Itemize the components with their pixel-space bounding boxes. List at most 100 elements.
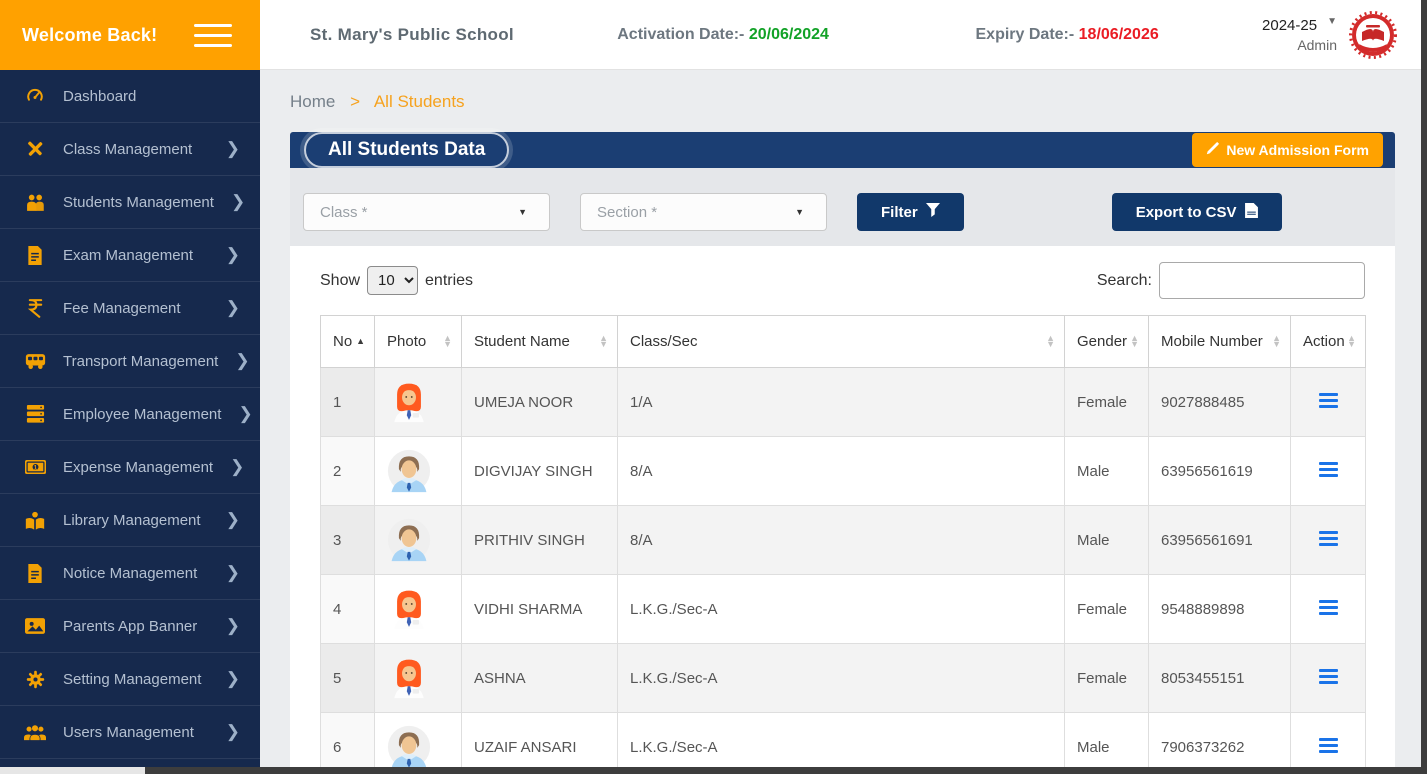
student-row: 4 VIDHI SHARMA L.K.G./Sec-A Female 95488…: [321, 575, 1366, 644]
reader-icon: [24, 510, 46, 530]
sort-icon: ▲▼: [1272, 336, 1281, 347]
entries-control: Show 10 entries: [320, 266, 473, 295]
sort-icon: ▲▼: [1046, 336, 1055, 347]
gear-icon: [24, 669, 46, 689]
sidebar-item-students-management[interactable]: Students Management ❯: [0, 176, 260, 229]
chevron-right-icon: ❯: [226, 616, 240, 636]
export-csv-button[interactable]: Export to CSV: [1112, 193, 1282, 231]
row-action-menu-button[interactable]: [1313, 667, 1344, 689]
document-icon: [24, 245, 46, 265]
sidebar-item-users-management[interactable]: Users Management ❯: [0, 706, 260, 759]
chevron-right-icon: ❯: [226, 722, 240, 742]
chevron-down-icon: ▼: [518, 207, 527, 217]
chevron-right-icon: ❯: [226, 510, 240, 530]
chevron-right-icon: ❯: [230, 457, 244, 477]
chevron-down-icon: ▼: [795, 207, 804, 217]
sort-icon: ▲▼: [1347, 336, 1356, 347]
column-header-no[interactable]: No▲▼: [321, 316, 375, 368]
vertical-scrollbar[interactable]: [1421, 0, 1427, 774]
chevron-right-icon: ❯: [226, 245, 240, 265]
chevron-right-icon: ❯: [226, 669, 240, 689]
pen-icon: [1206, 142, 1219, 158]
sidebar-item-notice-management[interactable]: Notice Management ❯: [0, 547, 260, 600]
sidebar-item-expense-management[interactable]: 1 Expense Management ❯: [0, 441, 260, 494]
table-header-row: No▲▼Photo▲▼Student Name▲▼Class/Sec▲▼Gend…: [321, 316, 1366, 368]
sidebar-item-exam-management[interactable]: Exam Management ❯: [0, 229, 260, 282]
sort-icon: ▲▼: [1130, 336, 1139, 347]
app-window: Welcome Back! St. Mary's Public School A…: [0, 0, 1427, 774]
row-action-menu-button[interactable]: [1313, 598, 1344, 620]
chevron-right-icon: ❯: [231, 192, 245, 212]
funnel-icon: [926, 203, 940, 221]
breadcrumb: Home > All Students: [290, 92, 1395, 112]
csv-file-icon: [1245, 203, 1258, 222]
sort-icon: ▲▼: [356, 337, 365, 346]
welcome-text: Welcome Back!: [22, 25, 157, 46]
row-action-menu-button[interactable]: [1313, 460, 1344, 482]
table-card: Show 10 entries Search: No▲▼Photo▲▼Stude…: [290, 246, 1395, 774]
chevron-right-icon: ❯: [226, 563, 240, 583]
school-logo: [1349, 11, 1397, 59]
session-selector[interactable]: 2024-25▼ Admin: [1262, 15, 1337, 55]
female-student-avatar: [387, 587, 449, 631]
activation-date: Activation Date:- 20/06/2024: [617, 26, 829, 44]
sidebar-menu: Dashboard ❯ Class Management ❯ Students …: [0, 70, 260, 774]
role-label: Admin: [1262, 36, 1337, 54]
breadcrumb-separator-icon: >: [350, 92, 360, 111]
filter-bar: Class * ▼ Section * ▼ Filter Expor: [290, 168, 1395, 246]
column-header-photo[interactable]: Photo▲▼: [375, 316, 462, 368]
column-header-action[interactable]: Action▲▼: [1291, 316, 1366, 368]
horizontal-scrollbar[interactable]: [0, 767, 1427, 774]
search-input[interactable]: [1159, 262, 1365, 299]
search-control: Search:: [1097, 262, 1365, 299]
sidebar-item-transport-management[interactable]: Transport Management ❯: [0, 335, 260, 388]
male-student-avatar: [387, 518, 449, 562]
sort-icon: ▲▼: [599, 336, 608, 347]
chevron-down-icon: ▼: [1327, 16, 1337, 27]
student-row: 2 DIGVIJAY SINGH 8/A Male 63956561619: [321, 437, 1366, 506]
male-student-avatar: [387, 449, 449, 493]
column-header-mobile-number[interactable]: Mobile Number▲▼: [1149, 316, 1291, 368]
hamburger-menu-icon[interactable]: [194, 24, 232, 47]
expiry-date: Expiry Date:- 18/06/2026: [976, 26, 1159, 44]
student-row: 1 UMEJA NOOR 1/A Female 9027888485: [321, 368, 1366, 437]
students-icon: [24, 192, 46, 212]
class-select[interactable]: Class * ▼: [303, 193, 550, 231]
sidebar-item-parents-app-banner[interactable]: Parents App Banner ❯: [0, 600, 260, 653]
column-header-gender[interactable]: Gender▲▼: [1065, 316, 1149, 368]
sort-icon: ▲▼: [443, 336, 452, 347]
section-select[interactable]: Section * ▼: [580, 193, 827, 231]
sidebar-item-class-management[interactable]: Class Management ❯: [0, 123, 260, 176]
column-header-class-sec[interactable]: Class/Sec▲▼: [618, 316, 1065, 368]
chevron-right-icon: ❯: [238, 404, 252, 424]
money-icon: 1: [24, 457, 46, 477]
row-action-menu-button[interactable]: [1313, 529, 1344, 551]
new-admission-form-button[interactable]: New Admission Form: [1192, 133, 1383, 167]
filter-button[interactable]: Filter: [857, 193, 964, 231]
page-title: All Students Data: [304, 132, 509, 168]
top-bar: Welcome Back! St. Mary's Public School A…: [0, 0, 1427, 70]
sidebar-item-dashboard[interactable]: Dashboard ❯: [0, 70, 260, 123]
sidebar-item-library-management[interactable]: Library Management ❯: [0, 494, 260, 547]
row-action-menu-button[interactable]: [1313, 391, 1344, 413]
server-icon: [24, 404, 46, 424]
main-content: Home > All Students All Students Data Ne…: [260, 70, 1427, 774]
bus-icon: [24, 351, 46, 371]
students-table-body: 1 UMEJA NOOR 1/A Female 9027888485 2 DIG…: [321, 368, 1366, 774]
column-header-student-name[interactable]: Student Name▲▼: [462, 316, 618, 368]
students-table: No▲▼Photo▲▼Student Name▲▼Class/Sec▲▼Gend…: [320, 315, 1366, 774]
student-row: 3 PRITHIV SINGH 8/A Male 63956561691: [321, 506, 1366, 575]
breadcrumb-home-link[interactable]: Home: [290, 92, 335, 111]
entries-select[interactable]: 10: [367, 266, 418, 295]
sidebar-item-fee-management[interactable]: Fee Management ❯: [0, 282, 260, 335]
chevron-right-icon: ❯: [226, 139, 240, 159]
row-action-menu-button[interactable]: [1313, 736, 1344, 758]
chevron-right-icon: ❯: [226, 298, 240, 318]
sidebar-item-employee-management[interactable]: Employee Management ❯: [0, 388, 260, 441]
panel-header: All Students Data New Admission Form: [290, 132, 1395, 168]
sidebar-item-setting-management[interactable]: Setting Management ❯: [0, 653, 260, 706]
school-name: St. Mary's Public School: [310, 25, 514, 45]
class-tools-icon: [24, 139, 46, 159]
male-student-avatar: [387, 725, 449, 769]
sidebar-header: Welcome Back!: [0, 0, 260, 70]
